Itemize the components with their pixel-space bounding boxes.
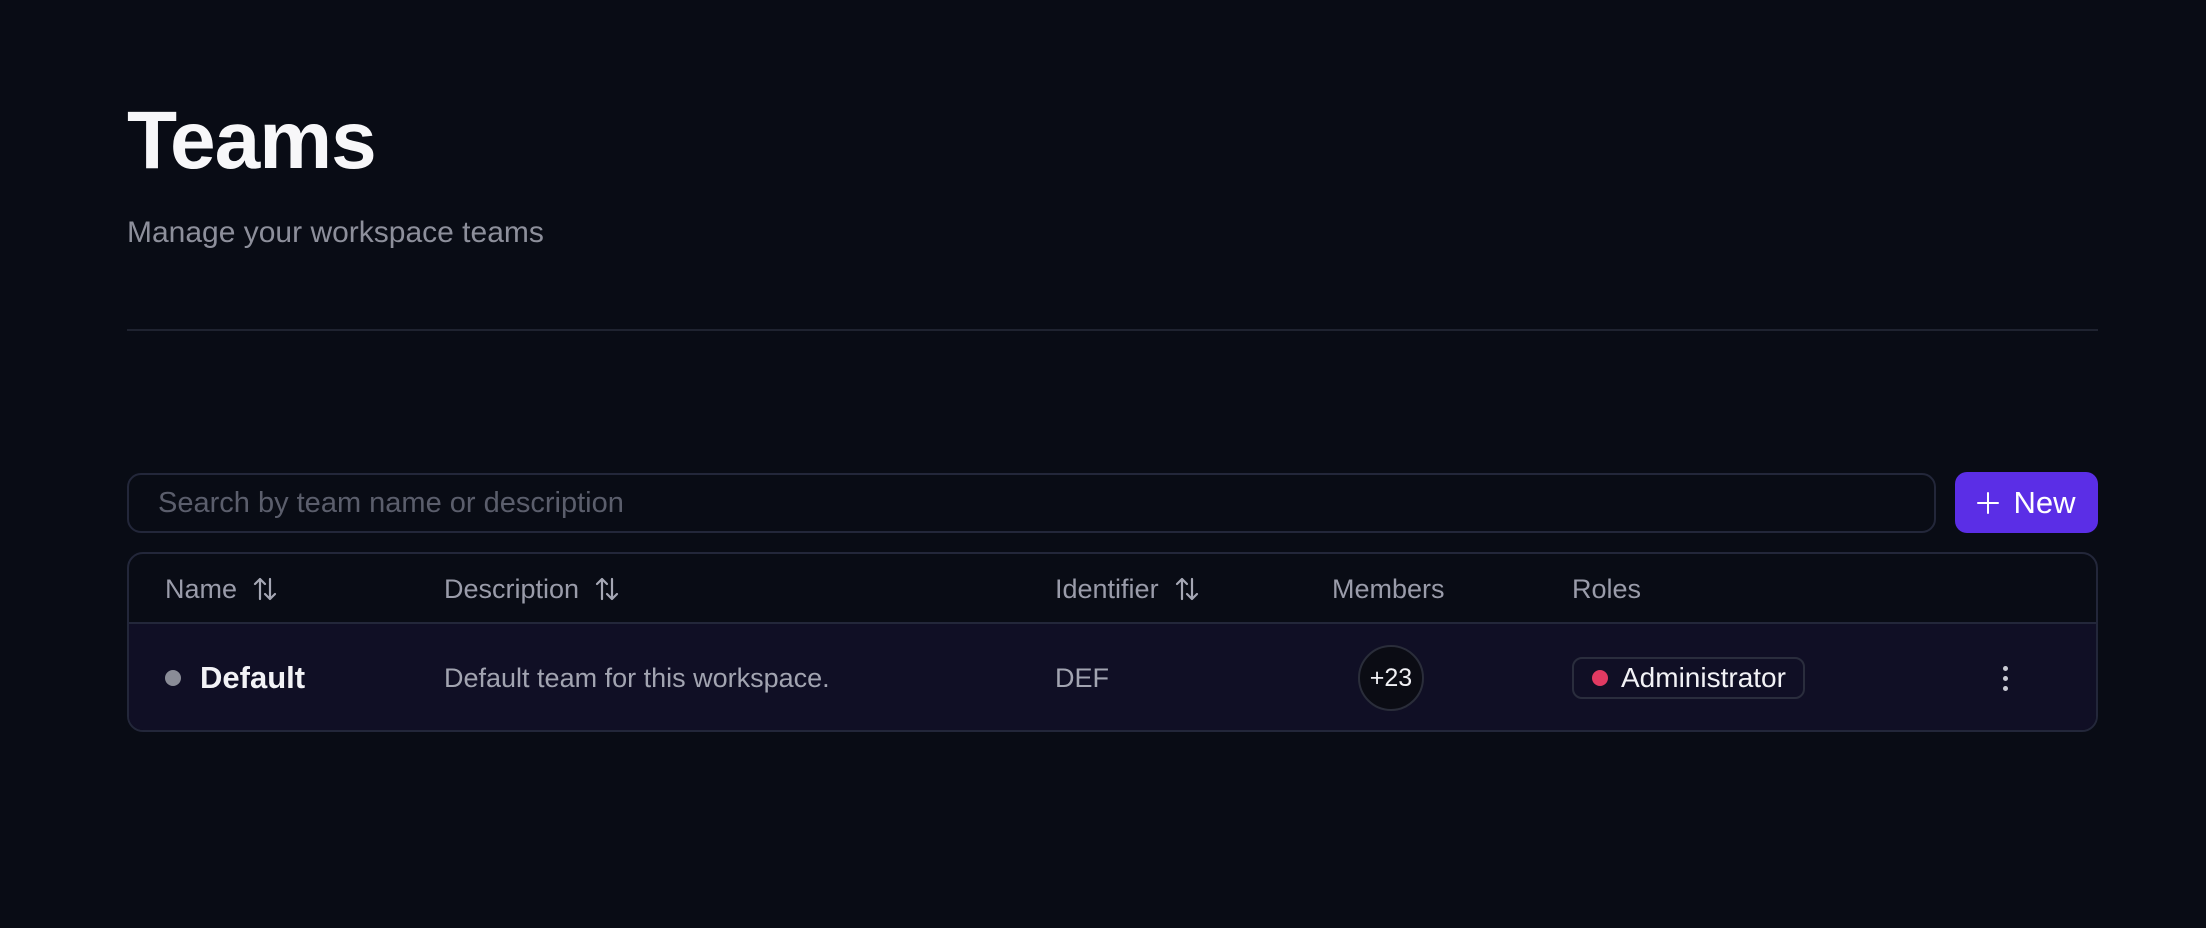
column-label: Description (444, 573, 580, 604)
column-header-members: Members (1332, 554, 1445, 624)
new-team-button[interactable]: New (1955, 472, 2098, 533)
table-header: Name Description Identifier Members Role… (129, 554, 2096, 624)
team-identifier-cell: DEF (1055, 624, 1109, 730)
team-name-cell: Default (165, 624, 305, 730)
status-dot (165, 670, 181, 686)
team-members-cell: +23 (1358, 624, 1424, 730)
role-color-dot (1592, 670, 1608, 686)
page-title: Teams (127, 95, 377, 186)
column-header-name[interactable]: Name (165, 554, 279, 624)
role-label: Administrator (1621, 662, 1786, 693)
column-header-identifier[interactable]: Identifier (1055, 554, 1201, 624)
role-badge: Administrator (1572, 657, 1805, 699)
teams-table: Name Description Identifier Members Role… (127, 552, 2098, 732)
table-row[interactable]: Default Default team for this workspace.… (129, 624, 2096, 730)
page-subtitle: Manage your workspace teams (127, 216, 544, 249)
team-name[interactable]: Default (200, 660, 305, 696)
column-header-description[interactable]: Description (444, 554, 621, 624)
column-label: Name (165, 573, 238, 604)
search-field[interactable] (127, 473, 1936, 533)
column-label: Members (1332, 573, 1445, 604)
sort-icon (595, 577, 619, 601)
members-count-avatar[interactable]: +23 (1358, 645, 1424, 711)
new-button-label: New (2013, 484, 2076, 520)
team-roles-cell: Administrator (1572, 624, 1805, 730)
row-actions-cell (1990, 624, 2020, 730)
plus-icon (1977, 491, 2000, 514)
sort-icon (253, 577, 277, 601)
team-description-cell: Default team for this workspace. (444, 624, 830, 730)
search-input[interactable] (156, 485, 1934, 521)
sort-icon (1175, 577, 1198, 601)
column-label: Identifier (1055, 573, 1159, 604)
more-options-icon[interactable] (1990, 658, 2020, 698)
team-description: Default team for this workspace. (444, 662, 830, 693)
header-divider (127, 329, 2098, 331)
column-label: Roles (1572, 573, 1642, 604)
column-header-roles: Roles (1572, 554, 1641, 624)
team-identifier: DEF (1055, 662, 1109, 693)
